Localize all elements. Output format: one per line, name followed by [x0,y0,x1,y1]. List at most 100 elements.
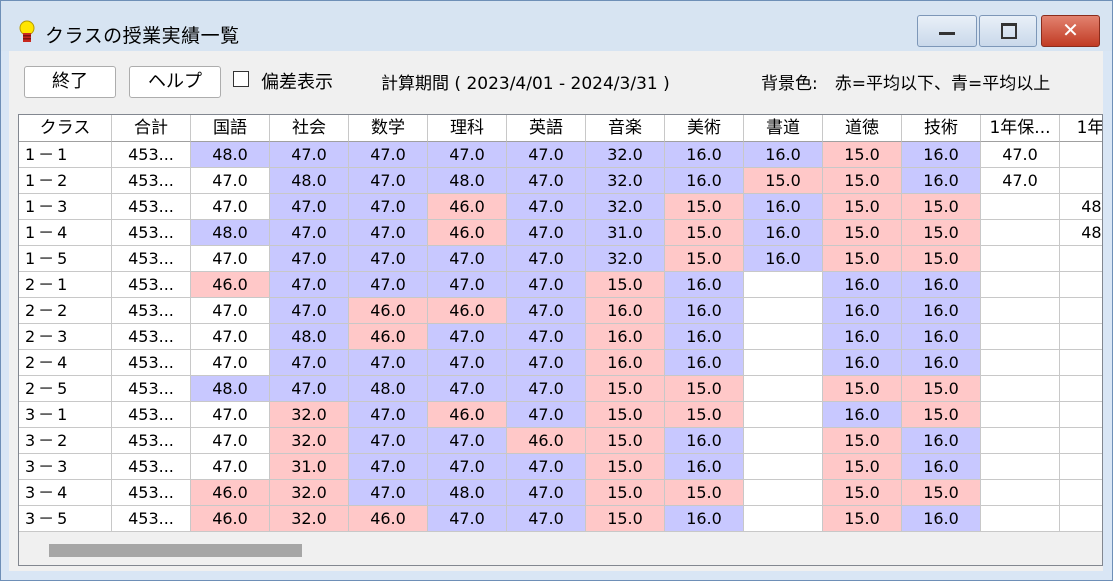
table-cell[interactable]: 453... [112,428,191,454]
table-cell[interactable]: 47.0 [507,246,586,272]
table-cell[interactable] [744,454,823,480]
table-cell[interactable] [744,480,823,506]
table-cell[interactable]: 16.0 [665,454,744,480]
column-header[interactable]: クラス [19,115,112,142]
table-cell[interactable]: 47.0 [349,350,428,376]
table-cell[interactable]: 48.0 [349,376,428,402]
class-name-cell[interactable]: 3－4 [19,480,112,506]
table-cell[interactable]: 47.0 [507,220,586,246]
table-cell[interactable]: 15.0 [823,454,902,480]
table-cell[interactable]: 46.0 [428,220,507,246]
table-cell[interactable] [981,220,1060,246]
table-cell[interactable]: 15.0 [665,246,744,272]
class-name-cell[interactable]: 3－5 [19,506,112,532]
class-name-cell[interactable]: 1－4 [19,220,112,246]
table-cell[interactable]: 47.0 [270,246,349,272]
table-cell[interactable]: 47.0 [507,168,586,194]
table-cell[interactable]: 46.0 [191,480,270,506]
table-cell[interactable] [1060,142,1102,168]
table-cell[interactable]: 453... [112,194,191,220]
table-row[interactable]: 3－1 453... 47.0 32.0 47.0 46.0 47.0 15.0 15.0 16.… [19,402,1102,428]
table-cell[interactable]: 16.0 [665,272,744,298]
column-header[interactable]: 1年保... [981,115,1060,142]
maximize-button[interactable] [979,15,1037,47]
table-cell[interactable] [1060,402,1102,428]
table-row[interactable]: 1－2 453... 47.0 48.0 47.0 48.0 47.0 32.0 16.0 15.… [19,168,1102,194]
table-cell[interactable]: 15.0 [586,480,665,506]
table-cell[interactable]: 47.0 [507,454,586,480]
table-cell[interactable]: 16.0 [665,350,744,376]
table-cell[interactable]: 47.0 [270,272,349,298]
column-header[interactable]: 英語 [507,115,586,142]
table-cell[interactable]: 46.0 [349,506,428,532]
table-cell[interactable]: 32.0 [270,506,349,532]
column-header[interactable]: 道徳 [823,115,902,142]
table-cell[interactable] [1060,376,1102,402]
column-header[interactable]: 合計 [112,115,191,142]
table-cell[interactable]: 47.0 [507,272,586,298]
table-cell[interactable]: 16.0 [744,194,823,220]
table-cell[interactable]: 453... [112,454,191,480]
close-button[interactable]: ✕ [1041,15,1100,47]
class-name-cell[interactable]: 2－5 [19,376,112,402]
table-cell[interactable]: 47.0 [428,272,507,298]
table-cell[interactable]: 47.0 [191,324,270,350]
table-cell[interactable]: 47.0 [191,428,270,454]
table-cell[interactable]: 47.0 [507,142,586,168]
table-cell[interactable]: 46.0 [428,298,507,324]
table-cell[interactable]: 32.0 [270,480,349,506]
table-cell[interactable]: 47.0 [981,168,1060,194]
table-cell[interactable] [1060,298,1102,324]
exit-button[interactable]: 終了 [24,66,116,98]
table-row[interactable]: 3－2 453... 47.0 32.0 47.0 47.0 46.0 15.0 16.0 15.… [19,428,1102,454]
table-cell[interactable]: 32.0 [586,168,665,194]
table-cell[interactable]: 47.0 [507,298,586,324]
table-cell[interactable]: 47.0 [349,194,428,220]
table-cell[interactable]: 48.0 [1060,220,1102,246]
table-cell[interactable]: 47.0 [270,220,349,246]
table-cell[interactable] [981,454,1060,480]
table-cell[interactable]: 16.0 [586,350,665,376]
table-cell[interactable]: 16.0 [902,454,981,480]
table-cell[interactable]: 15.0 [586,376,665,402]
table-cell[interactable]: 15.0 [586,506,665,532]
table-cell[interactable]: 453... [112,376,191,402]
table-cell[interactable]: 47.0 [507,480,586,506]
table-cell[interactable] [981,194,1060,220]
table-cell[interactable]: 453... [112,480,191,506]
table-cell[interactable]: 48.0 [428,480,507,506]
table-row[interactable]: 3－5 453... 46.0 32.0 46.0 47.0 47.0 15.0 16.0 15.… [19,506,1102,532]
table-cell[interactable]: 16.0 [665,298,744,324]
class-name-cell[interactable]: 3－3 [19,454,112,480]
table-cell[interactable]: 15.0 [902,376,981,402]
table-cell[interactable]: 453... [112,168,191,194]
table-cell[interactable]: 47.0 [507,194,586,220]
deviation-checkbox-label[interactable]: 偏差表示 [261,68,333,94]
table-row[interactable]: 2－4 453... 47.0 47.0 47.0 47.0 47.0 16.0 16.0 16.… [19,350,1102,376]
table-cell[interactable]: 15.0 [902,402,981,428]
table-cell[interactable]: 47.0 [191,350,270,376]
table-cell[interactable]: 47.0 [349,480,428,506]
table-cell[interactable]: 46.0 [191,272,270,298]
class-name-cell[interactable]: 1－5 [19,246,112,272]
scrollbar-thumb[interactable] [49,544,302,557]
table-cell[interactable] [744,298,823,324]
table-cell[interactable]: 453... [112,298,191,324]
table-cell[interactable]: 46.0 [191,506,270,532]
table-cell[interactable]: 47.0 [349,220,428,246]
table-cell[interactable]: 47.0 [981,142,1060,168]
table-cell[interactable] [1060,480,1102,506]
table-cell[interactable]: 32.0 [270,402,349,428]
table-cell[interactable]: 16.0 [586,324,665,350]
table-cell[interactable]: 47.0 [270,350,349,376]
horizontal-scrollbar[interactable] [19,534,1102,565]
table-cell[interactable]: 48.0 [191,376,270,402]
table-cell[interactable]: 16.0 [665,324,744,350]
table-cell[interactable]: 15.0 [902,220,981,246]
table-cell[interactable]: 16.0 [902,350,981,376]
table-row[interactable]: 3－4 453... 46.0 32.0 47.0 48.0 47.0 15.0 15.0 15.… [19,480,1102,506]
table-cell[interactable]: 48.0 [270,168,349,194]
table-row[interactable]: 1－3 453... 47.0 47.0 47.0 46.0 47.0 32.0 15.0 16.… [19,194,1102,220]
minimize-button[interactable] [917,15,977,47]
table-cell[interactable]: 453... [112,324,191,350]
